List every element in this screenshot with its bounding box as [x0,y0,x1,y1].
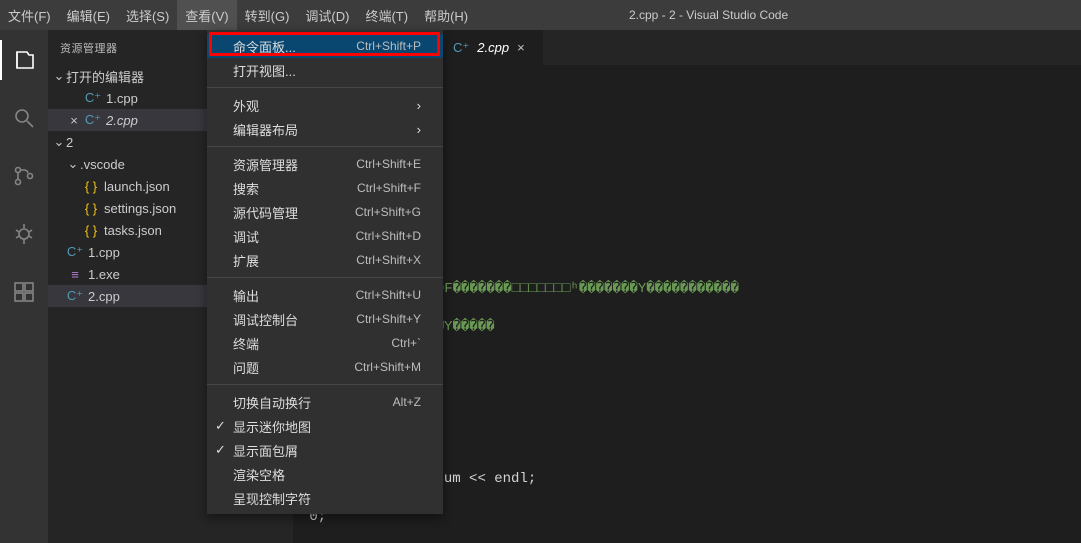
menu-item-shortcut: Ctrl+Shift+U [356,288,421,302]
file-label: launch.json [104,179,170,194]
file-label: 1.exe [88,267,120,282]
json-file-icon: { } [82,201,100,216]
check-icon: ✓ [215,442,226,458]
chevron-down-icon: ⌄ [52,134,66,150]
menu-item-render-control[interactable]: 呈现控制字符 [207,486,443,510]
activity-bar [0,30,48,543]
file-label: tasks.json [104,223,162,238]
menu-item-label: 渲染空格 [233,465,285,484]
check-icon: ✓ [215,418,226,434]
explorer-icon[interactable] [0,40,48,80]
menu-item-label: 显示迷你地图 [233,417,311,436]
exe-file-icon: ≡ [66,267,84,282]
menu-item-shortcut: Ctrl+Shift+P [356,39,421,53]
file-label: settings.json [104,201,176,216]
menu-item-editor-layout[interactable]: 编辑器布局 › [207,117,443,141]
menu-item-label: 终端 [233,334,259,353]
menu-item-terminal[interactable]: 终端 Ctrl+` [207,331,443,355]
window-title: 2.cpp - 2 - Visual Studio Code [476,8,941,22]
editor-tab[interactable]: C⁺ 2.cpp × [443,30,543,65]
menu-item-scm[interactable]: 源代码管理 Ctrl+Shift+G [207,200,443,224]
menu-item-minimap[interactable]: ✓ 显示迷你地图 [207,414,443,438]
menu-item-label: 呈现控制字符 [233,489,311,508]
menu-item-label: 问题 [233,358,259,377]
chevron-right-icon: › [417,98,421,113]
menu-selection[interactable]: 选择(S) [118,0,177,30]
chevron-right-icon: › [417,122,421,137]
cpp-file-icon: C⁺ [84,90,102,106]
menu-item-output[interactable]: 输出 Ctrl+Shift+U [207,283,443,307]
menu-view[interactable]: 查看(V) [177,0,236,30]
menu-file[interactable]: 文件(F) [0,0,59,30]
scm-icon[interactable] [0,156,48,196]
open-editors-label: 打开的编辑器 [66,67,144,86]
view-menu-dropdown: 命令面板... Ctrl+Shift+P 打开视图... 外观 › 编辑器布局 … [207,30,443,514]
cpp-file-icon: C⁺ [66,288,84,304]
menu-item-label: 编辑器布局 [233,120,298,139]
menu-item-debug-view[interactable]: 调试 Ctrl+Shift+D [207,224,443,248]
cpp-file-icon: C⁺ [66,244,84,260]
close-icon[interactable]: × [66,113,82,128]
menu-item-explorer[interactable]: 资源管理器 Ctrl+Shift+E [207,152,443,176]
menu-terminal[interactable]: 终端(T) [357,0,416,30]
menu-item-shortcut: Ctrl+Shift+X [356,253,421,267]
menu-debug[interactable]: 调试(D) [297,0,357,30]
menu-item-shortcut: Ctrl+Shift+E [356,157,421,171]
menu-item-word-wrap[interactable]: 切换自动换行 Alt+Z [207,390,443,414]
chevron-down-icon: ⌄ [52,68,66,84]
menu-item-render-whitespace[interactable]: 渲染空格 [207,462,443,486]
menu-item-breadcrumbs[interactable]: ✓ 显示面包屑 [207,438,443,462]
menubar: 文件(F) 编辑(E) 选择(S) 查看(V) 转到(G) 调试(D) 终端(T… [0,0,1081,30]
menu-separator [207,277,443,278]
tab-label: 2.cpp [477,40,509,55]
menu-item-label: 输出 [233,286,259,305]
menu-item-label: 打开视图... [233,61,296,80]
chevron-down-icon: ⌄ [66,156,80,172]
json-file-icon: { } [82,223,100,238]
open-editor-label: 1.cpp [106,91,138,106]
debug-icon[interactable] [0,214,48,254]
cpp-file-icon: C⁺ [453,40,469,56]
menu-item-label: 调试 [233,227,259,246]
menu-item-appearance[interactable]: 外观 › [207,93,443,117]
menu-item-label: 外观 [233,96,259,115]
menu-item-label: 搜索 [233,179,259,198]
menu-item-extensions[interactable]: 扩展 Ctrl+Shift+X [207,248,443,272]
menu-item-shortcut: Ctrl+Shift+Y [356,312,421,326]
folder-label: 2 [66,135,73,150]
menu-item-shortcut: Ctrl+` [391,336,421,350]
menu-item-label: 切换自动换行 [233,393,311,412]
menu-item-shortcut: Ctrl+Shift+G [355,205,421,219]
menu-item-label: 扩展 [233,251,259,270]
menu-separator [207,384,443,385]
json-file-icon: { } [82,179,100,194]
menu-item-search[interactable]: 搜索 Ctrl+Shift+F [207,176,443,200]
menu-edit[interactable]: 编辑(E) [59,0,118,30]
menu-item-label: 显示面包屑 [233,441,298,460]
menu-item-label: 调试控制台 [233,310,298,329]
menu-go[interactable]: 转到(G) [237,0,298,30]
search-icon[interactable] [0,98,48,138]
menu-separator [207,146,443,147]
menu-item-shortcut: Ctrl+Shift+F [357,181,421,195]
menu-item-shortcut: Ctrl+Shift+M [354,360,421,374]
menu-separator [207,87,443,88]
close-icon[interactable]: × [517,40,525,55]
file-label: 1.cpp [88,245,120,260]
menu-item-label: 源代码管理 [233,203,298,222]
menu-item-open-view[interactable]: 打开视图... [207,58,443,82]
menu-item-shortcut: Ctrl+Shift+D [356,229,421,243]
menu-item-debug-console[interactable]: 调试控制台 Ctrl+Shift+Y [207,307,443,331]
file-label: 2.cpp [88,289,120,304]
folder-label: .vscode [80,157,125,172]
extensions-icon[interactable] [0,272,48,312]
open-editor-label: 2.cpp [106,113,138,128]
cpp-file-icon: C⁺ [84,112,102,128]
menu-help[interactable]: 帮助(H) [416,0,476,30]
menu-item-label: 命令面板... [233,37,296,56]
menu-item-shortcut: Alt+Z [393,395,421,409]
menu-item-label: 资源管理器 [233,155,298,174]
menu-item-command-palette[interactable]: 命令面板... Ctrl+Shift+P [207,34,443,58]
menu-item-problems[interactable]: 问题 Ctrl+Shift+M [207,355,443,379]
